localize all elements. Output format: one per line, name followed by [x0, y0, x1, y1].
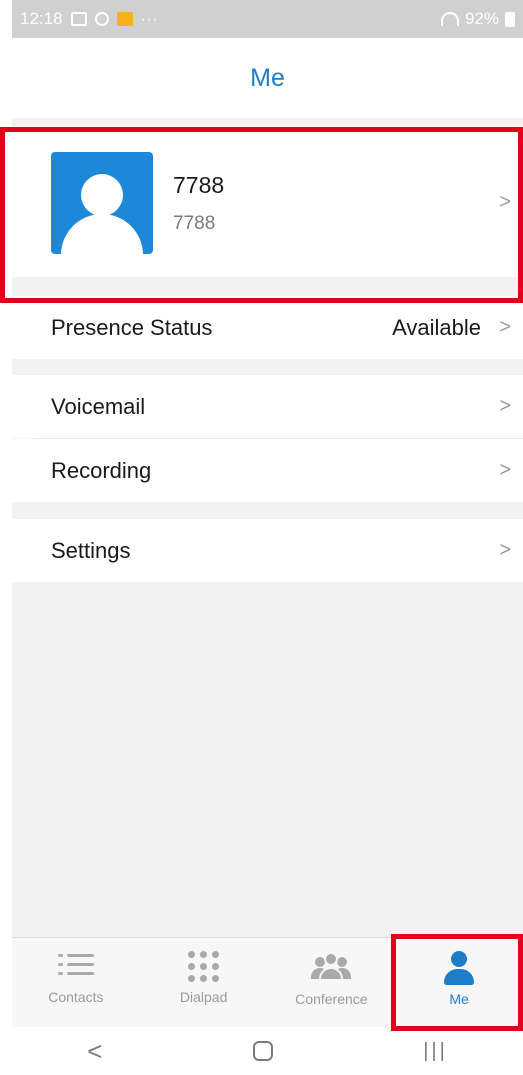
tab-conference[interactable]: Conference — [268, 938, 396, 1027]
profile-name: 7788 — [173, 171, 225, 198]
dialpad-icon — [187, 951, 220, 983]
system-navigation-bar: < ||| — [12, 1027, 523, 1075]
presence-status-label: Presence Status — [51, 314, 213, 340]
chevron-right-icon: > — [499, 191, 511, 213]
voicemail-row[interactable]: Voicemail > — [12, 375, 523, 438]
home-icon[interactable] — [252, 1041, 273, 1061]
back-icon[interactable]: < — [87, 1036, 102, 1067]
tab-conference-label: Conference — [295, 991, 368, 1007]
chevron-right-icon: > — [499, 316, 511, 338]
page-header: Me — [12, 38, 523, 118]
tab-dialpad-label: Dialpad — [179, 989, 228, 1005]
screen: 12:18 ··· 92% Me 7788 7788 > Presence St… — [12, 0, 523, 1075]
chevron-right-icon: > — [499, 539, 511, 561]
gallery-icon — [70, 12, 87, 26]
tab-me[interactable]: Me — [395, 938, 523, 1027]
status-more-dots: ··· — [140, 9, 158, 28]
profile-card[interactable]: 7788 7788 > — [12, 129, 523, 277]
status-bar: 12:18 ··· 92% — [12, 0, 523, 38]
status-time: 12:18 — [20, 9, 63, 28]
recording-row[interactable]: Recording > — [12, 439, 523, 502]
sync-icon — [94, 12, 109, 26]
person-icon — [442, 951, 476, 985]
chevron-right-icon: > — [499, 395, 511, 417]
battery-percent: 92% — [464, 9, 499, 28]
notification-icon — [116, 12, 133, 26]
profile-text: 7788 7788 — [173, 172, 224, 235]
group-icon — [311, 951, 352, 981]
profile-number: 7788 — [173, 212, 216, 234]
recent-apps-icon[interactable]: ||| — [423, 1040, 448, 1063]
presence-status-row[interactable]: Presence Status Available > — [12, 296, 523, 359]
presence-status-value: Available — [392, 314, 481, 340]
page-title: Me — [250, 63, 285, 92]
avatar-head — [81, 174, 123, 216]
tab-dialpad[interactable]: Dialpad — [140, 938, 268, 1027]
tab-contacts[interactable]: Contacts — [12, 938, 140, 1027]
bottom-navigation: Contacts Dialpad Conference Me — [12, 937, 523, 1027]
battery-icon — [505, 11, 515, 27]
user-avatar-icon — [51, 152, 153, 254]
avatar-body — [61, 214, 143, 254]
voicemail-label: Voicemail — [51, 393, 146, 419]
tab-contacts-label: Contacts — [48, 989, 104, 1005]
chevron-right-icon: > — [499, 459, 511, 481]
settings-label: Settings — [51, 537, 131, 563]
settings-row[interactable]: Settings > — [12, 519, 523, 582]
wifi-icon — [440, 12, 459, 26]
tab-me-label: Me — [449, 991, 469, 1007]
list-icon — [57, 951, 94, 979]
recording-label: Recording — [51, 457, 152, 483]
